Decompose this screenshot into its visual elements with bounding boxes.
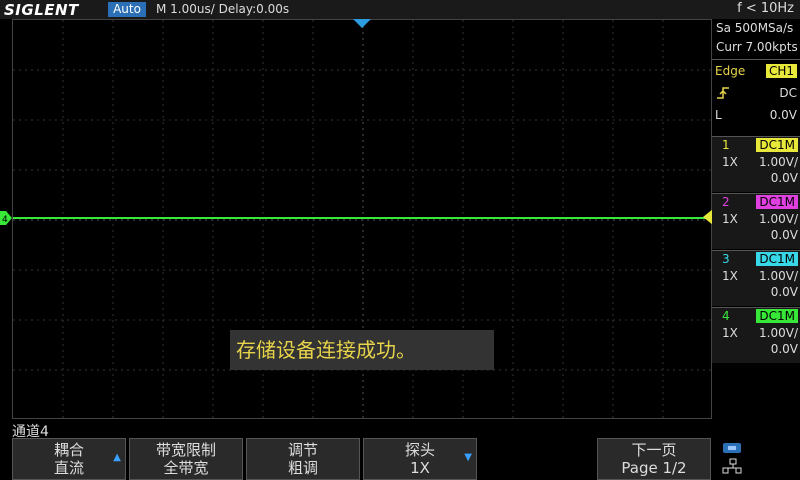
- channel-offset: 0.0V: [770, 285, 798, 299]
- trigger-mode-badge[interactable]: Auto: [108, 2, 146, 17]
- coupling-softkey[interactable]: 耦合 直流 ▲: [12, 438, 126, 480]
- trigger-panel[interactable]: Edge CH1 DC L 0.0V: [712, 59, 800, 126]
- channel-scale: 1.00V/: [759, 155, 798, 169]
- timebase-readout: M 1.00us/ Delay:0.00s: [156, 2, 290, 16]
- channel-probe: 1X: [722, 269, 738, 283]
- rising-edge-icon: [717, 87, 729, 99]
- channel-number: 3: [722, 252, 730, 266]
- softkey-label: 探头: [404, 441, 435, 459]
- trigger-level-label: L: [715, 108, 722, 122]
- channel-3-panel[interactable]: 3 DC1M 1X 1.00V/0.0V: [712, 250, 800, 306]
- info-panel: Sa 500MSa/s Curr 7.00kpts Edge CH1 DC L …: [712, 19, 800, 363]
- channel-coupling: DC1M: [756, 195, 798, 209]
- channel-probe: 1X: [722, 212, 738, 226]
- softkey-value: 粗调: [287, 459, 318, 477]
- channel-scale: 1.00V/: [759, 212, 798, 226]
- softkey-label: 下一页: [631, 441, 677, 459]
- trigger-coupling: DC: [779, 86, 797, 100]
- channel-probe: 1X: [722, 326, 738, 340]
- sample-rate: Sa 500MSa/s: [716, 21, 794, 35]
- softkey-value: 1X: [410, 459, 430, 477]
- softkey-value: 直流: [53, 459, 84, 477]
- channel-number: 2: [722, 195, 730, 209]
- channel-4-panel[interactable]: 4 DC1M 1X 1.00V/0.0V: [712, 307, 800, 363]
- probe-softkey[interactable]: 探头 1X ▼: [363, 438, 477, 480]
- frequency-readout: f < 10Hz: [737, 1, 794, 16]
- trigger-position-icon[interactable]: [353, 19, 371, 29]
- softkey-value: 全带宽: [163, 459, 209, 477]
- softkey-label: 调节: [287, 441, 318, 459]
- channel-4-offset-icon[interactable]: 4: [0, 211, 12, 225]
- trigger-type: Edge: [715, 64, 746, 78]
- trigger-level: 0.0V: [769, 108, 797, 122]
- usb-network-icon: [722, 443, 742, 474]
- channel-scale: 1.00V/: [759, 326, 798, 340]
- memory-depth: Curr 7.00kpts: [716, 40, 798, 54]
- channel-offset: 0.0V: [770, 228, 798, 242]
- top-status-bar: SIGLENT Auto M 1.00us/ Delay:0.00s f < 1…: [0, 0, 800, 19]
- status-message: 存储设备连接成功。: [230, 330, 494, 370]
- channel-2-panel[interactable]: 2 DC1M 1X 1.00V/0.0V: [712, 193, 800, 249]
- channel-4-marker-label: 4: [2, 215, 8, 225]
- channel-number: 1: [722, 138, 730, 152]
- softkey-label: 耦合: [53, 441, 84, 459]
- trigger-source: CH1: [765, 64, 797, 78]
- softkey-value: Page 1/2: [621, 459, 687, 477]
- channel-scale: 1.00V/: [759, 269, 798, 283]
- arrow-down-icon: ▼: [464, 452, 472, 463]
- next-page-softkey[interactable]: 下一页 Page 1/2: [597, 438, 711, 480]
- channel-number: 4: [722, 309, 730, 323]
- channel-coupling: DC1M: [756, 138, 798, 152]
- adjust-softkey[interactable]: 调节 粗调: [246, 438, 360, 480]
- channel-offset: 0.0V: [770, 171, 798, 185]
- arrow-up-icon: ▲: [113, 452, 121, 463]
- channel-coupling: DC1M: [756, 309, 798, 323]
- channel-coupling: DC1M: [756, 252, 798, 266]
- bandwidth-limit-softkey[interactable]: 带宽限制 全带宽: [129, 438, 243, 480]
- channel-probe: 1X: [722, 155, 738, 169]
- channel-offset: 0.0V: [770, 342, 798, 356]
- channel-1-panel[interactable]: 1 DC1M 1X 1.00V/0.0V: [712, 136, 800, 192]
- siglent-logo: SIGLENT: [4, 1, 79, 19]
- softkey-label: 带宽限制: [155, 441, 216, 459]
